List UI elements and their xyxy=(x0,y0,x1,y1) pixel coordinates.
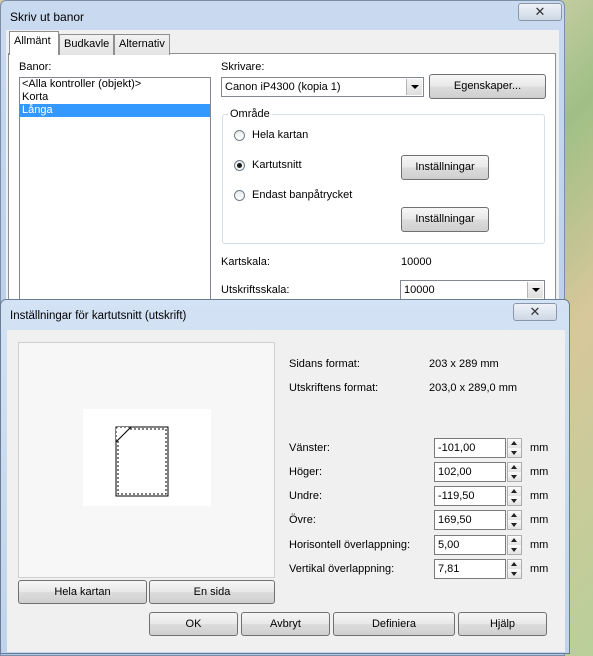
page-format-label: Sidans format: xyxy=(289,358,360,370)
whole-map-button[interactable]: Hela kartan xyxy=(18,580,147,604)
spin-up-icon[interactable] xyxy=(508,511,521,520)
spin-down-icon[interactable] xyxy=(508,448,521,457)
map-scale-label: Kartskala: xyxy=(221,256,270,268)
courses-listbox[interactable]: <Alla kontroller (objekt)> Korta Långa xyxy=(19,77,211,305)
field-label: Vänster: xyxy=(289,442,330,454)
settings-button-2[interactable]: Inställningar xyxy=(401,207,489,232)
window-title: Skriv ut banor xyxy=(10,10,85,24)
spin-down-icon[interactable] xyxy=(508,520,521,529)
list-item[interactable]: Långa xyxy=(20,104,210,117)
unit-label: mm xyxy=(530,514,549,526)
spin-up-icon[interactable] xyxy=(508,463,521,472)
spin-up-icon[interactable] xyxy=(508,439,521,448)
chevron-down-icon[interactable] xyxy=(406,79,422,95)
field-label: Höger: xyxy=(289,466,323,478)
field-label: Horisontell överlappning: xyxy=(289,539,411,551)
button-label: Avbryt xyxy=(270,618,301,630)
button-label: Inställningar xyxy=(415,213,475,225)
tab-options[interactable]: Alternativ xyxy=(114,34,170,55)
button-label: Inställningar xyxy=(415,161,475,173)
button-label: En sida xyxy=(193,586,231,598)
radio-label: Kartutsnitt xyxy=(252,159,302,171)
unit-label: mm xyxy=(530,442,549,454)
chevron-down-icon[interactable] xyxy=(527,282,543,298)
button-label: Definiera xyxy=(371,618,417,630)
button-label: Hjälp xyxy=(489,618,516,630)
print-format-value: 203,0 x 289,0 mm xyxy=(429,382,518,394)
field-input[interactable]: 169,50 xyxy=(434,510,506,530)
unit-label: mm xyxy=(530,563,549,575)
define-button[interactable]: Definiera xyxy=(333,612,455,636)
spin-button[interactable] xyxy=(507,438,522,458)
spin-button[interactable] xyxy=(507,559,522,579)
print-scale-label: Utskriftsskala: xyxy=(221,284,290,296)
list-item[interactable]: Korta xyxy=(20,91,210,104)
unit-label: mm xyxy=(530,539,549,551)
button-label: Egenskaper... xyxy=(453,80,522,92)
one-page-button[interactable]: En sida xyxy=(149,580,275,604)
spin-button[interactable] xyxy=(507,535,522,555)
page-preview-canvas xyxy=(83,409,211,506)
radio-label: Hela kartan xyxy=(252,129,309,141)
tab-label: Alternativ xyxy=(119,38,165,50)
field-label: Övre: xyxy=(289,514,316,526)
ok-button[interactable]: OK xyxy=(149,612,238,636)
radio-whole-map[interactable] xyxy=(234,130,245,141)
field-input[interactable]: -119,50 xyxy=(434,486,506,506)
field-input[interactable]: 102,00 xyxy=(434,462,506,482)
tab-label: Allmänt xyxy=(14,35,51,47)
spin-down-icon[interactable] xyxy=(508,569,521,578)
field-label: Undre: xyxy=(289,490,323,502)
spin-button[interactable] xyxy=(507,486,522,506)
field-input[interactable]: 5,00 xyxy=(434,535,506,555)
spin-up-icon[interactable] xyxy=(508,560,521,569)
spin-button[interactable] xyxy=(507,462,522,482)
cancel-button[interactable]: Avbryt xyxy=(241,612,330,636)
help-button[interactable]: Hjälp xyxy=(458,612,547,636)
spin-up-icon[interactable] xyxy=(508,487,521,496)
tab-relay[interactable]: Budkavle xyxy=(59,34,114,55)
print-scale-select[interactable]: 10000 xyxy=(400,280,545,300)
close-button[interactable]: ✕ xyxy=(513,303,557,321)
page-layout-icon xyxy=(115,426,169,497)
list-item[interactable]: <Alla kontroller (objekt)> xyxy=(20,78,210,91)
radio-label: Endast banpåtrycket xyxy=(252,189,353,201)
courses-label: Banor: xyxy=(19,61,52,73)
close-icon: ✕ xyxy=(529,304,541,319)
spin-down-icon[interactable] xyxy=(508,496,521,505)
field-label: Vertikal överlappning: xyxy=(289,563,395,575)
radio-course-only[interactable] xyxy=(234,190,245,201)
button-label: Hela kartan xyxy=(54,586,111,598)
close-icon: ✕ xyxy=(534,4,546,19)
area-group-label: Område xyxy=(228,108,272,120)
map-scale-value: 10000 xyxy=(401,256,432,268)
printer-label: Skrivare: xyxy=(221,61,265,73)
radio-map-section[interactable] xyxy=(234,160,245,171)
field-input[interactable]: 7,81 xyxy=(434,559,506,579)
spin-button[interactable] xyxy=(507,510,522,530)
tab-general[interactable]: Allmänt xyxy=(9,31,59,55)
spin-up-icon[interactable] xyxy=(508,536,521,545)
printer-value: Canon iP4300 (kopia 1) xyxy=(225,81,341,93)
spin-down-icon[interactable] xyxy=(508,545,521,554)
spin-down-icon[interactable] xyxy=(508,472,521,481)
print-scale-value: 10000 xyxy=(404,284,435,296)
button-label: OK xyxy=(185,618,202,630)
settings-button[interactable]: Inställningar xyxy=(401,155,489,180)
close-button[interactable]: ✕ xyxy=(518,3,562,21)
printer-select[interactable]: Canon iP4300 (kopia 1) xyxy=(221,77,424,97)
field-input[interactable]: -101,00 xyxy=(434,438,506,458)
properties-button[interactable]: Egenskaper... xyxy=(429,74,546,99)
print-format-label: Utskriftens format: xyxy=(289,382,379,394)
unit-label: mm xyxy=(530,490,549,502)
unit-label: mm xyxy=(530,466,549,478)
dialog-title: Inställningar för kartutsnitt (utskrift) xyxy=(10,310,187,322)
tab-label: Budkavle xyxy=(64,38,110,50)
page-format-value: 203 x 289 mm xyxy=(429,358,499,370)
